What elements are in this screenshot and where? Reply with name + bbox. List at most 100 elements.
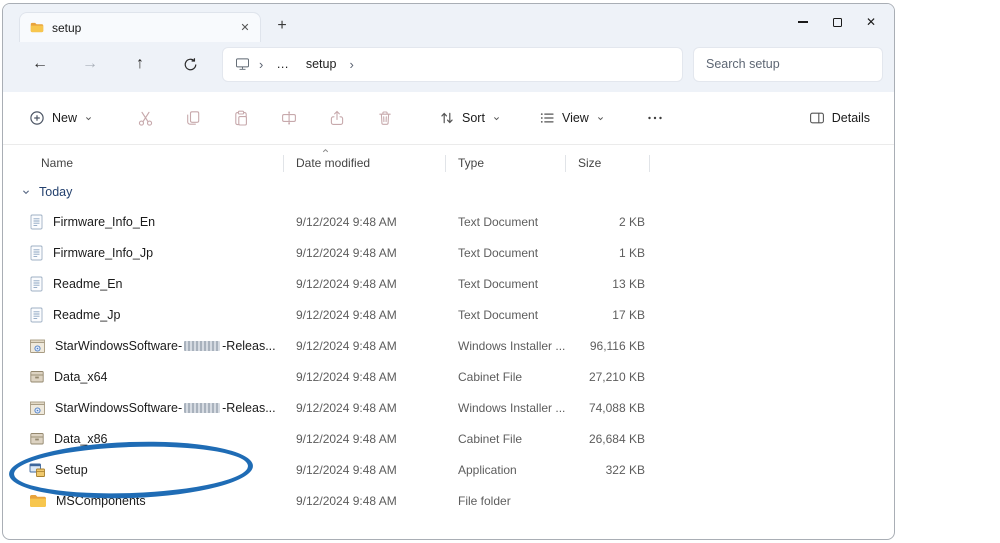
date-modified: 9/12/2024 9:48 AM bbox=[285, 308, 447, 322]
chevron-down-icon bbox=[21, 187, 31, 197]
explorer-tab[interactable]: setup ✕ bbox=[19, 12, 261, 42]
share-button[interactable] bbox=[313, 110, 361, 126]
delete-button[interactable] bbox=[361, 110, 409, 126]
text-document-icon bbox=[29, 307, 44, 323]
refresh-button[interactable] bbox=[173, 48, 207, 80]
column-header-type[interactable]: Type bbox=[447, 156, 567, 170]
search-box[interactable] bbox=[694, 48, 882, 81]
file-row[interactable]: Readme_En 9/12/2024 9:48 AM Text Documen… bbox=[3, 268, 894, 299]
column-separator[interactable] bbox=[445, 155, 446, 172]
search-input[interactable] bbox=[706, 57, 870, 71]
column-separator[interactable] bbox=[649, 155, 650, 172]
window-controls: ✕ bbox=[786, 4, 888, 40]
breadcrumb-ellipsis[interactable]: … bbox=[272, 55, 293, 73]
file-type: Cabinet File bbox=[447, 370, 567, 384]
file-size: 1 KB bbox=[567, 246, 651, 260]
file-size: 26,684 KB bbox=[567, 432, 651, 446]
new-tab-button[interactable]: + bbox=[269, 13, 295, 39]
minimize-button[interactable] bbox=[786, 4, 820, 40]
paste-button[interactable] bbox=[217, 110, 265, 126]
file-row[interactable]: Data_x86 9/12/2024 9:48 AM Cabinet File … bbox=[3, 423, 894, 454]
date-modified: 9/12/2024 9:48 AM bbox=[285, 432, 447, 446]
file-type: Windows Installer ... bbox=[447, 339, 567, 353]
windows-installer-icon bbox=[29, 400, 46, 416]
up-button[interactable]: ↑ bbox=[123, 48, 157, 80]
more-options-button[interactable] bbox=[635, 110, 675, 126]
file-row[interactable]: StarWindowsSoftware--Releas... 9/12/2024… bbox=[3, 330, 894, 361]
address-bar[interactable]: › … setup › bbox=[223, 48, 682, 81]
navigation-bar: ← → ↑ › … setup › bbox=[3, 42, 894, 92]
new-button[interactable]: New bbox=[21, 104, 101, 132]
file-row[interactable]: MSComponents 9/12/2024 9:48 AM File fold… bbox=[3, 485, 894, 516]
file-size: 2 KB bbox=[567, 215, 651, 229]
column-header-date-modified[interactable]: Date modified bbox=[285, 156, 447, 170]
file-name: Data_x86 bbox=[54, 432, 108, 446]
command-bar: New Sort bbox=[3, 92, 894, 145]
file-type: Text Document bbox=[447, 277, 567, 291]
column-header-name[interactable]: Name bbox=[3, 156, 285, 170]
rename-button[interactable] bbox=[265, 110, 313, 126]
file-name: Readme_Jp bbox=[53, 308, 120, 322]
paste-icon bbox=[233, 110, 249, 126]
details-toggle[interactable]: Details bbox=[809, 110, 870, 126]
breadcrumb-current-folder[interactable]: setup bbox=[302, 55, 341, 73]
file-size: 13 KB bbox=[567, 277, 651, 291]
this-pc-icon bbox=[235, 57, 250, 71]
date-modified: 9/12/2024 9:48 AM bbox=[285, 339, 447, 353]
view-button-label: View bbox=[562, 111, 589, 125]
column-header-size[interactable]: Size bbox=[567, 156, 651, 170]
file-type: Text Document bbox=[447, 308, 567, 322]
maximize-button[interactable] bbox=[820, 4, 854, 40]
file-row[interactable]: Data_x64 9/12/2024 9:48 AM Cabinet File … bbox=[3, 361, 894, 392]
date-modified: 9/12/2024 9:48 AM bbox=[285, 215, 447, 229]
file-row-setup[interactable]: Setup 9/12/2024 9:48 AM Application 322 … bbox=[3, 454, 894, 485]
file-name: Data_x64 bbox=[54, 370, 108, 384]
sort-button[interactable]: Sort bbox=[431, 104, 509, 132]
back-button[interactable]: ← bbox=[23, 48, 57, 80]
file-name: Setup bbox=[55, 463, 88, 477]
minimize-icon bbox=[798, 21, 808, 22]
chevron-down-icon bbox=[492, 114, 501, 123]
file-size: 74,088 KB bbox=[567, 401, 651, 415]
cut-icon bbox=[137, 110, 154, 127]
date-modified: 9/12/2024 9:48 AM bbox=[285, 277, 447, 291]
file-explorer-window: setup ✕ + ✕ ← → ↑ › … set bbox=[2, 3, 895, 540]
rename-icon bbox=[281, 110, 297, 126]
file-type: Windows Installer ... bbox=[447, 401, 567, 415]
column-separator[interactable] bbox=[565, 155, 566, 172]
date-modified: 9/12/2024 9:48 AM bbox=[285, 370, 447, 384]
date-modified: 9/12/2024 9:48 AM bbox=[285, 494, 447, 508]
file-row[interactable]: Firmware_Info_En 9/12/2024 9:48 AM Text … bbox=[3, 206, 894, 237]
group-header-today[interactable]: Today bbox=[3, 177, 894, 206]
group-label: Today bbox=[39, 185, 72, 199]
file-name: Firmware_Info_En bbox=[53, 215, 155, 229]
ellipsis-icon bbox=[647, 110, 663, 126]
forward-button[interactable]: → bbox=[73, 48, 107, 80]
maximize-icon bbox=[833, 18, 842, 27]
view-button[interactable]: View bbox=[531, 104, 613, 132]
file-row[interactable]: Firmware_Info_Jp 9/12/2024 9:48 AM Text … bbox=[3, 237, 894, 268]
file-row[interactable]: StarWindowsSoftware--Releas... 9/12/2024… bbox=[3, 392, 894, 423]
column-separator[interactable] bbox=[283, 155, 284, 172]
sort-ascending-caret-icon bbox=[321, 147, 330, 154]
close-button[interactable]: ✕ bbox=[854, 4, 888, 40]
file-name: Readme_En bbox=[53, 277, 123, 291]
file-type: Cabinet File bbox=[447, 432, 567, 446]
tab-close-icon[interactable]: ✕ bbox=[236, 19, 254, 37]
text-document-icon bbox=[29, 214, 44, 230]
cut-button[interactable] bbox=[121, 110, 169, 127]
file-list: Name Date modified Type Size Today Firmw… bbox=[3, 145, 894, 516]
date-modified: 9/12/2024 9:48 AM bbox=[285, 463, 447, 477]
file-name: Firmware_Info_Jp bbox=[53, 246, 153, 260]
file-size: 96,116 KB bbox=[567, 339, 651, 353]
file-type: File folder bbox=[447, 494, 567, 508]
copy-button[interactable] bbox=[169, 110, 217, 126]
chevron-down-icon bbox=[596, 114, 605, 123]
file-row[interactable]: Readme_Jp 9/12/2024 9:48 AM Text Documen… bbox=[3, 299, 894, 330]
file-name: StarWindowsSoftware--Releas... bbox=[55, 339, 276, 353]
file-type: Text Document bbox=[447, 246, 567, 260]
file-name: StarWindowsSoftware--Releas... bbox=[55, 401, 276, 415]
sort-button-label: Sort bbox=[462, 111, 485, 125]
copy-icon bbox=[185, 110, 201, 126]
file-size: 17 KB bbox=[567, 308, 651, 322]
